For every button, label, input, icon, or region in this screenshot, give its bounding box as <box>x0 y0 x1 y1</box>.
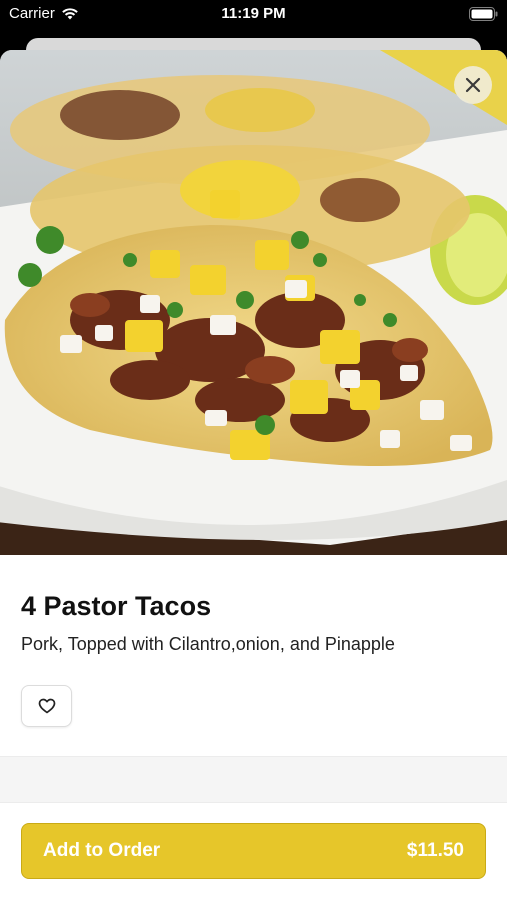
battery-icon <box>469 7 498 21</box>
close-button[interactable] <box>454 66 492 104</box>
status-time: 11:19 PM <box>221 5 286 22</box>
item-info: 4 Pastor Tacos Pork, Topped with Cilantr… <box>0 555 507 755</box>
separator-band <box>0 756 507 803</box>
item-description: Pork, Topped with Cilantro,onion, and Pi… <box>21 634 395 654</box>
status-bar: Carrier 11:19 PM <box>0 0 507 30</box>
favorite-button[interactable] <box>21 685 72 727</box>
item-detail-sheet: 4 Pastor Tacos Pork, Topped with Cilantr… <box>0 50 507 900</box>
item-title: 4 Pastor Tacos <box>21 591 212 621</box>
bottom-action-bar: Add to Order $11.50 <box>0 802 507 900</box>
tacos-illustration <box>0 50 507 555</box>
heart-outline-icon <box>38 698 55 714</box>
close-icon <box>465 77 481 93</box>
add-to-order-button[interactable]: Add to Order $11.50 <box>21 823 486 879</box>
item-photo <box>0 50 507 555</box>
order-price: $11.50 <box>406 840 464 861</box>
add-to-order-label: Add to Order <box>43 840 161 861</box>
